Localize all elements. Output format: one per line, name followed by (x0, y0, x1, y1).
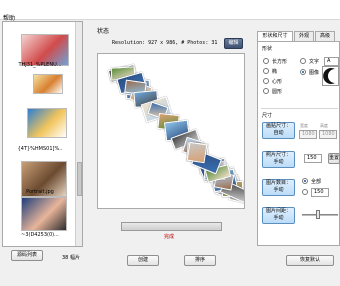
status-done: 完成 (164, 234, 175, 240)
height-label: 高度 (320, 123, 328, 128)
shape-radio-ellipse[interactable] (263, 68, 269, 74)
spacing-slider-knob[interactable] (316, 210, 320, 219)
photo-count-button[interactable]: 图片数目： 手动 (262, 179, 295, 196)
shape-label-heart: 心形 (272, 79, 283, 85)
size-group-label: 尺寸 (262, 113, 273, 119)
file-label: ~3(D4253(0)... (21, 232, 59, 238)
canvas-size-button[interactable]: 画贴尺寸： 自动 (262, 122, 295, 139)
collage-preview (97, 53, 245, 209)
shape-label-rectangle: 长方形 (272, 59, 288, 65)
photo-size-reset-button[interactable]: 重置 (328, 153, 340, 164)
shape-radio-rectangle[interactable] (263, 58, 269, 64)
count-radio-custom[interactable] (302, 189, 308, 195)
settings-panel: 形状 长方形 椭 心形 圆形 文字 A 图像 尺寸 画贴尺寸： 自动 宽度 高度… (257, 41, 340, 246)
file-thumbnail[interactable] (27, 108, 67, 138)
status-title: 状态 (97, 28, 110, 35)
resolution-readout: Resolution: 927 x 986, # Photos: 31 (112, 40, 218, 46)
shape-radio-image[interactable] (300, 69, 306, 75)
file-list-scrollbar[interactable] (75, 22, 82, 246)
tab-appearance[interactable]: 外观 (294, 31, 314, 41)
width-input[interactable]: 1080 (299, 130, 317, 139)
file-label: Portrait.jpg (26, 189, 54, 195)
photo-size-button[interactable]: 照片尺寸： 手动 (262, 151, 295, 168)
shape-radio-circle[interactable] (263, 88, 269, 94)
file-list-button[interactable]: 源码列表 (11, 250, 43, 261)
file-label: THJ31_%PLENU... (18, 62, 62, 68)
shape-radio-text[interactable] (300, 58, 306, 64)
shape-label-image: 图像 (309, 70, 320, 76)
file-list[interactable]: THJ31_%PLENU... {4T}%HMS01]%.. Portrait.… (2, 21, 83, 247)
shape-image-icon (323, 68, 335, 84)
create-button[interactable]: 创建 (127, 255, 159, 266)
photo-count-input[interactable]: 150 (311, 188, 329, 197)
shape-label-circle: 圆形 (272, 89, 283, 95)
progress-fill (122, 223, 221, 230)
restore-default-button[interactable]: 恢复默认 (286, 255, 334, 266)
shape-image-preview[interactable] (322, 66, 339, 86)
edit-button[interactable]: 编辑 (224, 38, 243, 49)
shape-text-input[interactable]: A (324, 57, 339, 66)
file-thumbnail[interactable] (21, 197, 67, 231)
progress-bar (121, 222, 222, 231)
spacing-slider-track[interactable] (302, 214, 338, 216)
section-divider (261, 108, 338, 109)
width-label: 宽度 (300, 123, 308, 128)
photo-size-input[interactable]: 150 (304, 154, 322, 163)
file-label: {4T}%HMS01]%.. (17, 146, 63, 152)
scrollbar-thumb[interactable] (77, 162, 82, 196)
sort-button[interactable]: 排序 (184, 255, 216, 266)
menu-bar: 帮助 (0, 0, 340, 22)
shape-label-text: 文字 (309, 59, 320, 65)
shape-group-label: 形状 (262, 46, 273, 52)
file-count: 38 幅片 (62, 255, 80, 261)
count-label-all: 全部 (311, 179, 322, 185)
shape-label-ellipse: 椭 (272, 69, 278, 75)
tab-advanced[interactable]: 高级 (315, 31, 335, 41)
shape-radio-heart[interactable] (263, 78, 269, 84)
file-thumbnail[interactable] (33, 74, 63, 94)
count-radio-all[interactable] (302, 178, 308, 184)
collage-photo (186, 141, 208, 163)
spacing-button[interactable]: 图片间距： 手动 (262, 207, 295, 224)
height-input[interactable]: 1080 (319, 130, 337, 139)
